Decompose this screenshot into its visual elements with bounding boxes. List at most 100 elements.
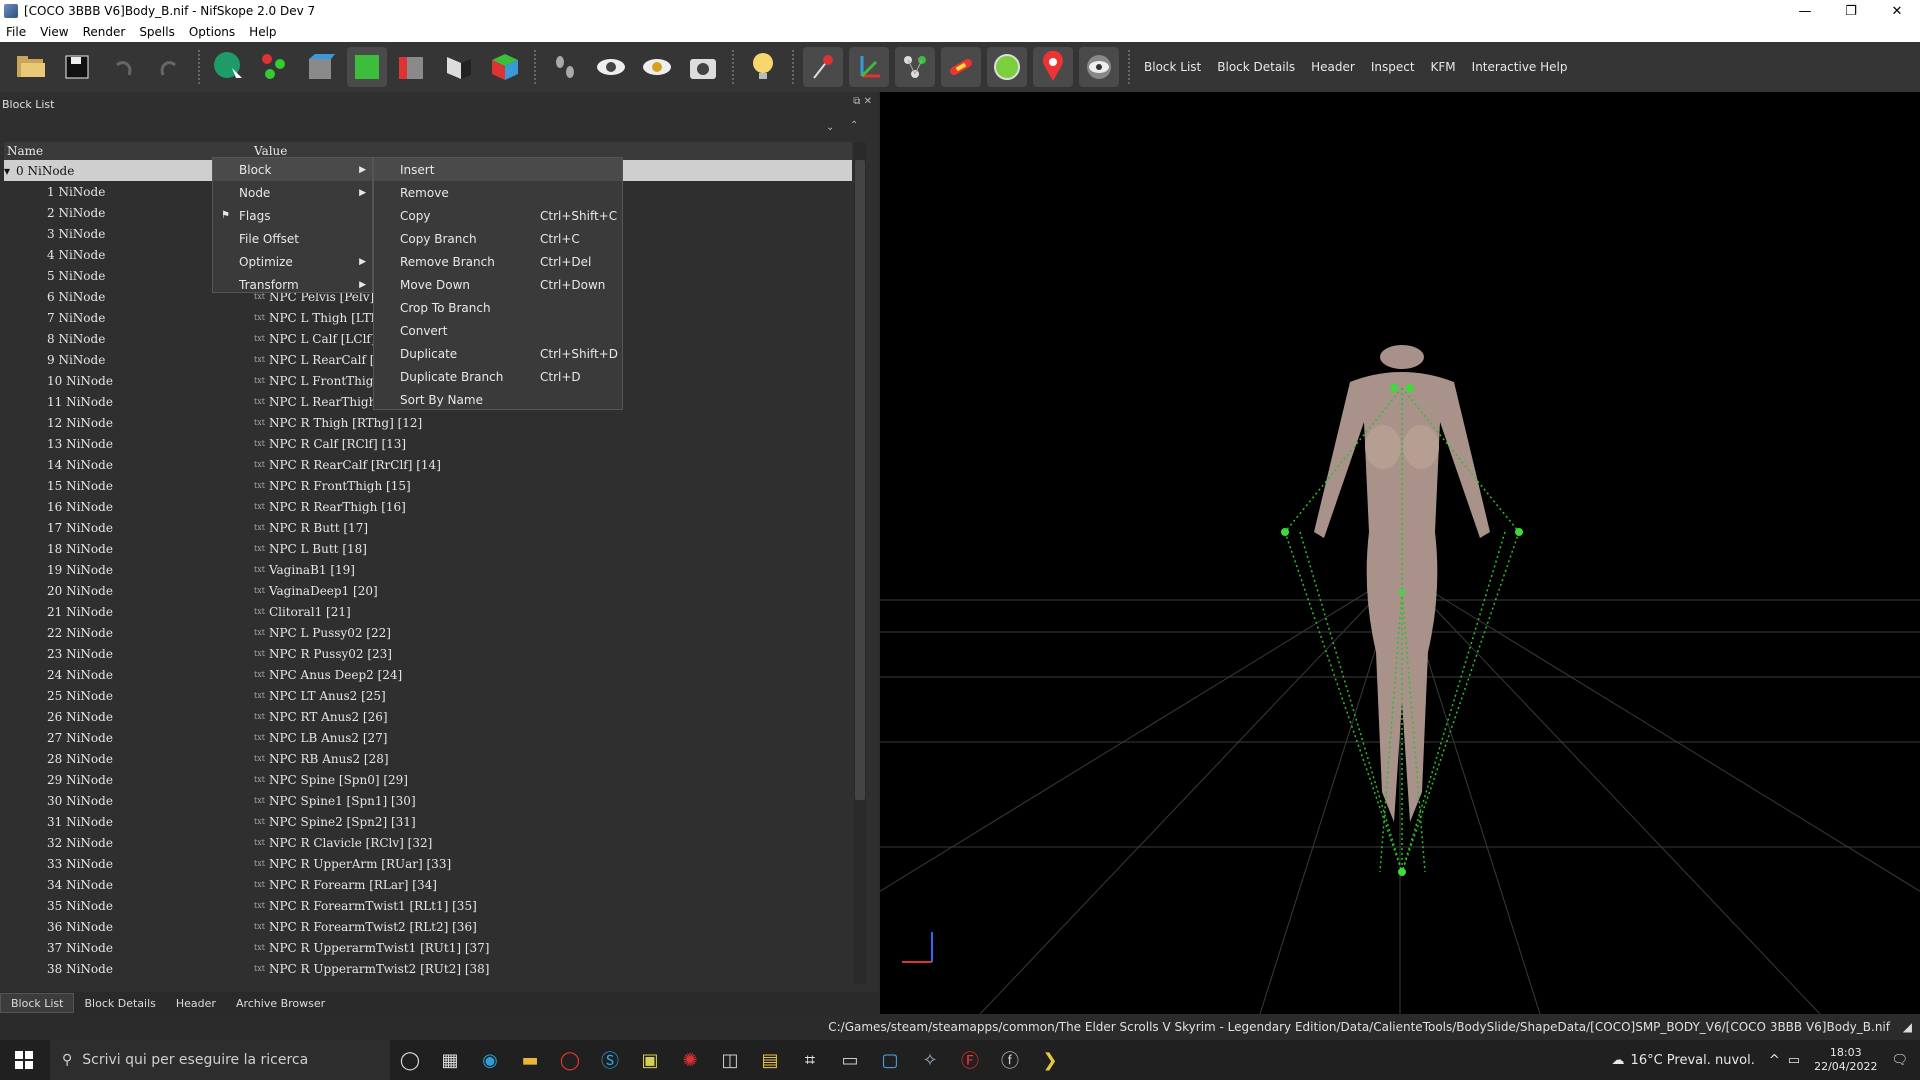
menu-block[interactable]: Block ▶: [213, 158, 372, 181]
lighting-bulb-icon[interactable]: [743, 47, 783, 87]
select-object-icon[interactable]: [209, 47, 249, 87]
task-view-icon[interactable]: ▦: [430, 1040, 470, 1080]
open-file-icon[interactable]: [11, 47, 51, 87]
table-row[interactable]: 36 NiNode txt NPC R ForearmTwist2 [RLt2] […: [4, 916, 852, 937]
taskbar-search[interactable]: ⚲ Scrivi qui per eseguire la ricerca: [50, 1040, 390, 1080]
table-row[interactable]: 24 NiNode txt NPC Anus Deep2 [24]: [4, 664, 852, 685]
submenu-item[interactable]: Remove: [374, 181, 622, 204]
table-row[interactable]: 16 NiNode txt NPC R RearThigh [16]: [4, 496, 852, 517]
table-row[interactable]: 15 NiNode txt NPC R FrontThigh [15]: [4, 475, 852, 496]
show-nodes-eye-icon[interactable]: [637, 47, 677, 87]
submenu-item[interactable]: Copy Branch Ctrl+C: [374, 227, 622, 250]
menu-view[interactable]: View: [40, 25, 68, 39]
skype-icon[interactable]: Ⓢ: [590, 1040, 630, 1080]
menu-render[interactable]: Render: [83, 25, 126, 39]
app-gear-icon[interactable]: ✺: [670, 1040, 710, 1080]
app-window-icon[interactable]: ▣: [630, 1040, 670, 1080]
show-bounds-icon[interactable]: [987, 47, 1027, 87]
table-row[interactable]: 25 NiNode txt NPC LT Anus2 [25]: [4, 685, 852, 706]
close-button[interactable]: ✕: [1874, 0, 1920, 22]
show-hidden-eye-toggle-icon[interactable]: [1079, 47, 1119, 87]
app-box-icon[interactable]: ◫: [710, 1040, 750, 1080]
tray-chevron-up-icon[interactable]: ^: [1769, 1053, 1780, 1068]
menu-file-offset[interactable]: File Offset: [213, 227, 372, 250]
column-name-header[interactable]: Name: [4, 144, 254, 158]
submenu-item[interactable]: Remove Branch Ctrl+Del: [374, 250, 622, 273]
table-row[interactable]: 18 NiNode txt NPC L Butt [18]: [4, 538, 852, 559]
notifications-icon[interactable]: 🗨: [1891, 1053, 1908, 1068]
maximize-button[interactable]: ❐: [1828, 0, 1874, 22]
table-row[interactable]: 22 NiNode txt NPC L Pussy02 [22]: [4, 622, 852, 643]
expand-chevron-icon[interactable]: ⌃: [850, 120, 858, 131]
minimize-button[interactable]: —: [1782, 0, 1828, 22]
table-row[interactable]: 38 NiNode txt NPC R UpperarmTwist2 [RUt2] …: [4, 958, 852, 979]
windows-start-icon[interactable]: [4, 1040, 44, 1080]
opera-browser-icon[interactable]: ◯: [550, 1040, 590, 1080]
cortana-icon[interactable]: ◯: [390, 1040, 430, 1080]
app-f-icon[interactable]: Ⓕ: [950, 1040, 990, 1080]
toolbar-kfm-button[interactable]: KFM: [1431, 60, 1456, 74]
submenu-item[interactable]: Copy Ctrl+Shift+C: [374, 204, 622, 227]
app-blue-window-icon[interactable]: ▢: [870, 1040, 910, 1080]
undo-icon[interactable]: [103, 47, 143, 87]
taskbar-clock[interactable]: 18:03 22/04/2022: [1814, 1046, 1877, 1074]
show-axes-icon[interactable]: [849, 47, 889, 87]
show-skeleton-icon[interactable]: [895, 47, 935, 87]
table-row[interactable]: 19 NiNode txt VaginaB1 [19]: [4, 559, 852, 580]
toolbar-block-details-button[interactable]: Block Details: [1217, 60, 1295, 74]
walk-footprints-icon[interactable]: [545, 47, 585, 87]
table-row[interactable]: 23 NiNode txt NPC R Pussy02 [23]: [4, 643, 852, 664]
table-row[interactable]: 17 NiNode txt NPC R Butt [17]: [4, 517, 852, 538]
menu-help[interactable]: Help: [249, 25, 276, 39]
table-row[interactable]: 20 NiNode txt VaginaDeep1 [20]: [4, 580, 852, 601]
notepad-icon[interactable]: ▤: [750, 1040, 790, 1080]
submenu-item[interactable]: Sort By Name: [374, 388, 622, 411]
app-grid-icon[interactable]: ⌗: [790, 1040, 830, 1080]
collapse-chevron-icon[interactable]: ⌄: [826, 122, 834, 133]
file-explorer-icon[interactable]: ▬: [510, 1040, 550, 1080]
submenu-item[interactable]: Duplicate Branch Ctrl+D: [374, 365, 622, 388]
network-icon[interactable]: ▭: [1788, 1053, 1800, 1068]
block-list-scrollbar[interactable]: [854, 142, 866, 984]
menu-node[interactable]: Node ▶: [213, 181, 372, 204]
show-hidden-eye-icon[interactable]: [591, 47, 631, 87]
table-row[interactable]: 26 NiNode txt NPC RT Anus2 [26]: [4, 706, 852, 727]
screenshot-camera-icon[interactable]: [683, 47, 723, 87]
toolbar-inspect-button[interactable]: Inspect: [1371, 60, 1415, 74]
show-markers-icon[interactable]: [941, 47, 981, 87]
table-row[interactable]: 12 NiNode txt NPC R Thigh [RThg] [12]: [4, 412, 852, 433]
menu-spells[interactable]: Spells: [139, 25, 175, 39]
menu-options[interactable]: Options: [189, 25, 235, 39]
view-front-cube-icon[interactable]: [347, 47, 387, 87]
table-row[interactable]: 31 NiNode txt NPC Spine2 [Spn2] [31]: [4, 811, 852, 832]
tab-block-details[interactable]: Block Details: [74, 993, 165, 1013]
app-bird-icon[interactable]: ✧: [910, 1040, 950, 1080]
table-row[interactable]: 30 NiNode txt NPC Spine1 [Spn1] [30]: [4, 790, 852, 811]
tab-block-list[interactable]: Block List: [0, 993, 75, 1013]
submenu-item[interactable]: Duplicate Ctrl+Shift+D: [374, 342, 622, 365]
submenu-item[interactable]: Insert: [374, 158, 622, 181]
menu-flags[interactable]: ⚑ Flags: [213, 204, 372, 227]
table-row[interactable]: 29 NiNode txt NPC Spine [Spn0] [29]: [4, 769, 852, 790]
tab-archive-browser[interactable]: Archive Browser: [226, 993, 335, 1013]
table-row[interactable]: 33 NiNode txt NPC R UpperArm [RUar] [33]: [4, 853, 852, 874]
view-side-cube-icon[interactable]: [393, 47, 433, 87]
toolbar-block-list-button[interactable]: Block List: [1144, 60, 1201, 74]
view-user-icon[interactable]: [439, 47, 479, 87]
show-havok-pin-icon[interactable]: [1033, 47, 1073, 87]
table-row[interactable]: 28 NiNode txt NPC RB Anus2 [28]: [4, 748, 852, 769]
toolbar-interactive-help-button[interactable]: Interactive Help: [1472, 60, 1568, 74]
save-icon[interactable]: [57, 47, 97, 87]
menu-optimize[interactable]: Optimize ▶: [213, 250, 372, 273]
table-row[interactable]: 27 NiNode txt NPC LB Anus2 [27]: [4, 727, 852, 748]
weather-text[interactable]: 16°C Preval. nuvol.: [1631, 1053, 1755, 1068]
app-ff-icon[interactable]: ⓕ: [990, 1040, 1030, 1080]
submenu-item[interactable]: Convert: [374, 319, 622, 342]
table-row[interactable]: 32 NiNode txt NPC R Clavicle [RClv] [32]: [4, 832, 852, 853]
edge-browser-icon[interactable]: ◉: [470, 1040, 510, 1080]
panel-float-close-buttons[interactable]: ⧉ ✕: [853, 96, 872, 107]
size-grip-icon[interactable]: ◢: [1903, 1020, 1912, 1034]
submenu-item[interactable]: Crop To Branch: [374, 296, 622, 319]
app-arrow-icon[interactable]: ❯: [1030, 1040, 1070, 1080]
app-terminal-icon[interactable]: ▭: [830, 1040, 870, 1080]
